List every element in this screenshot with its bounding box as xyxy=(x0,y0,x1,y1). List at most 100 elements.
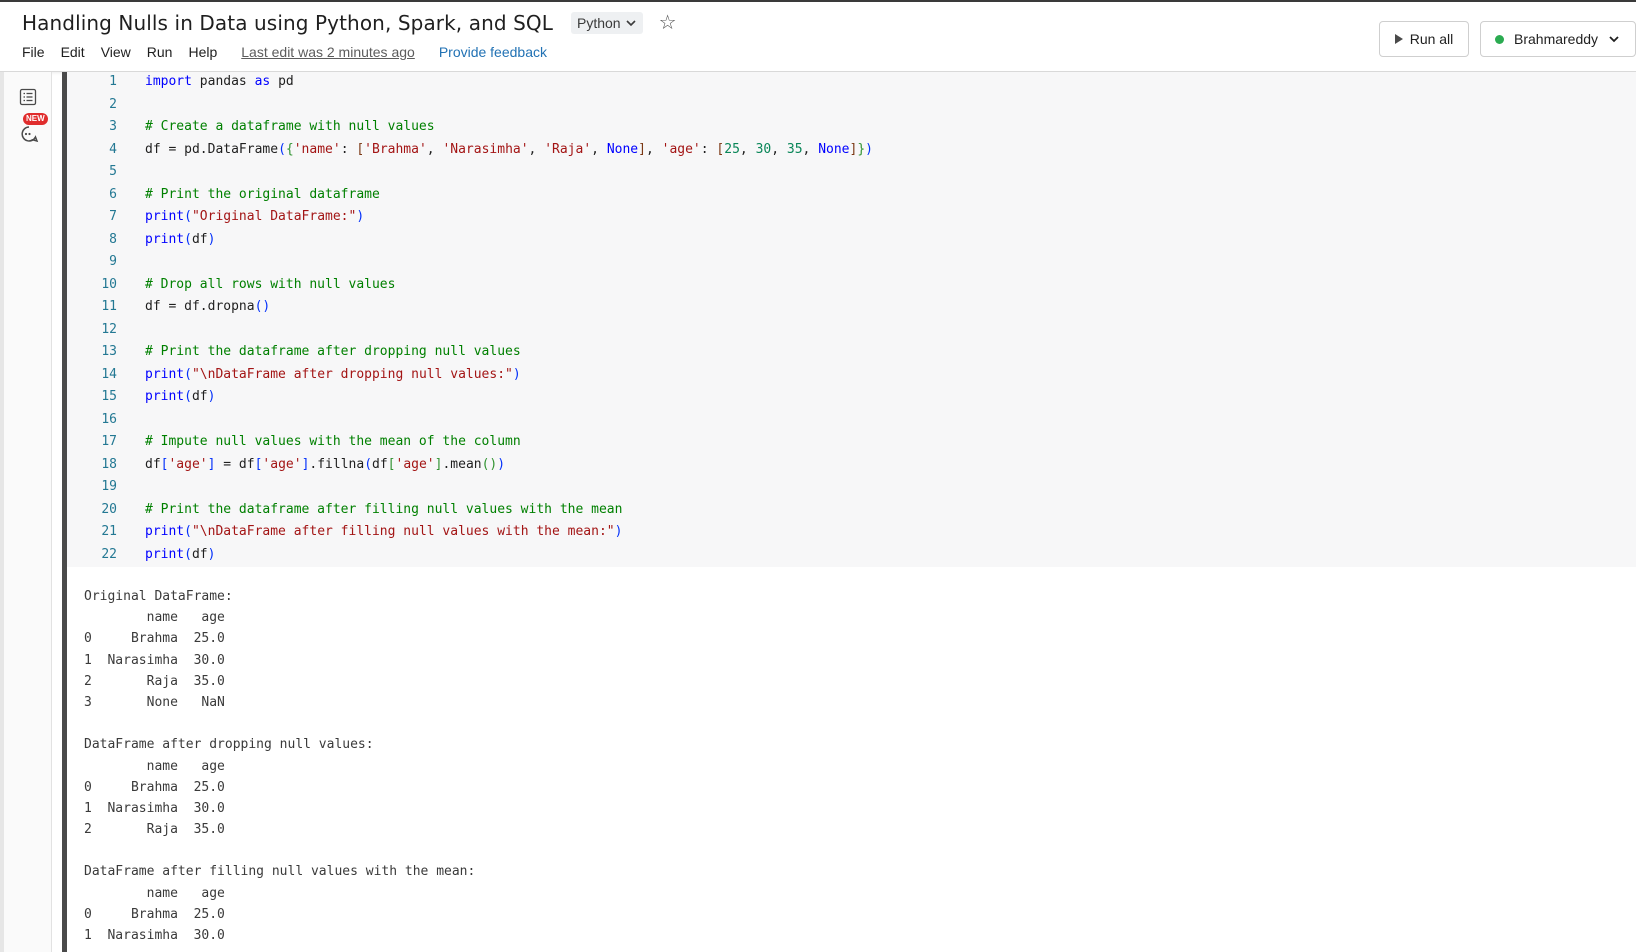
output-line: 1 Narasimha 30.0 xyxy=(84,652,225,668)
line-number: 3 xyxy=(109,119,117,134)
code-line: 9 xyxy=(67,251,873,274)
code-line: 22 print(df) xyxy=(67,544,873,567)
output-line: 2 Raja 35.0 xyxy=(84,822,225,838)
line-number: 15 xyxy=(101,389,117,404)
code-line: 17 # Impute null values with the mean of … xyxy=(67,431,873,454)
code-line: 8 print(df) xyxy=(67,229,873,252)
language-select[interactable]: Python xyxy=(571,12,643,34)
code-text: df = pd.DataFrame({'name': ['Brahma', 'N… xyxy=(145,141,873,157)
output-line: DataFrame after filling null values with… xyxy=(84,864,476,880)
code-text: # Create a dataframe with null values xyxy=(145,119,435,134)
output-line: DataFrame after dropping null values: xyxy=(84,737,374,753)
menu-bar: File Edit View Run Help Last edit was 2 … xyxy=(22,44,547,60)
notebook-title[interactable]: Handling Nulls in Data using Python, Spa… xyxy=(22,11,553,35)
line-number: 14 xyxy=(101,366,117,382)
code-line: 11 df = df.dropna() xyxy=(67,296,873,319)
output-line: 0 Brahma 25.0 xyxy=(84,631,225,647)
menu-run[interactable]: Run xyxy=(147,44,173,60)
code-line: 16 xyxy=(67,409,873,432)
line-number: 11 xyxy=(101,299,117,314)
code-line: 18 df['age'] = df['age'].fillna(df['age']… xyxy=(67,454,873,477)
code-line: 12 xyxy=(67,319,873,342)
code-line: 6 # Print the original dataframe xyxy=(67,184,873,207)
output-line: 1 Narasimha 30.0 xyxy=(84,800,225,816)
code-text: print(df) xyxy=(145,231,216,247)
output-line: name age xyxy=(84,758,225,774)
code-text: print(df) xyxy=(145,546,216,562)
line-number: 10 xyxy=(101,276,117,292)
cluster-status-dot xyxy=(1495,34,1504,44)
star-icon[interactable]: ☆ xyxy=(659,13,677,33)
line-number: 2 xyxy=(109,96,117,112)
code-text: # Print the original dataframe xyxy=(145,186,380,202)
line-number: 5 xyxy=(109,164,117,179)
code-line: 4 df = pd.DataFrame({'name': ['Brahma', '… xyxy=(67,139,873,162)
language-label: Python xyxy=(577,15,621,31)
line-number: 6 xyxy=(109,186,117,202)
code-line: 2 xyxy=(67,94,873,117)
code-line: 5 xyxy=(67,161,873,184)
code-line: 1 import pandas as pd xyxy=(67,71,873,94)
line-number: 8 xyxy=(109,231,117,247)
output-line: Original DataFrame: xyxy=(84,589,233,604)
line-number: 7 xyxy=(109,209,117,224)
code-text: print("\nDataFrame after filling null va… xyxy=(145,524,623,539)
table-of-contents-icon[interactable] xyxy=(19,88,37,106)
play-icon xyxy=(1394,34,1403,44)
line-number: 16 xyxy=(101,411,117,427)
line-number: 20 xyxy=(101,501,117,517)
run-all-label: Run all xyxy=(1409,31,1454,47)
code-text: df = df.dropna() xyxy=(145,299,271,314)
assistant-icon[interactable] xyxy=(19,124,39,144)
menu-view[interactable]: View xyxy=(101,44,131,60)
menu-help[interactable]: Help xyxy=(188,44,217,60)
code-text: # Print the dataframe after dropping nul… xyxy=(145,344,521,359)
run-all-button[interactable]: Run all xyxy=(1379,21,1469,57)
left-rail: NEW xyxy=(0,72,52,952)
chevron-down-icon xyxy=(626,20,636,27)
output-line: 2 Raja 35.0 xyxy=(84,673,225,689)
output-line: 3 None NaN xyxy=(84,694,225,710)
line-number: 13 xyxy=(101,344,117,359)
title-row: Handling Nulls in Data using Python, Spa… xyxy=(22,11,677,35)
line-number: 12 xyxy=(101,321,117,337)
line-number: 17 xyxy=(101,434,117,449)
chevron-down-icon xyxy=(1609,36,1619,43)
code-line: 3 # Create a dataframe with null values xyxy=(67,116,873,139)
cluster-select-button[interactable]: Brahmareddy xyxy=(1480,21,1636,57)
output-line: name age xyxy=(84,885,225,901)
code-editor[interactable]: 1 import pandas as pd 2 3 # Create a dataf… xyxy=(67,71,873,566)
menu-file[interactable]: File xyxy=(22,44,45,60)
line-number: 19 xyxy=(101,479,117,494)
code-text: print(df) xyxy=(145,389,216,404)
code-text: # Print the dataframe after filling null… xyxy=(145,501,623,517)
output-line: name age xyxy=(84,610,225,626)
notebook-header: Handling Nulls in Data using Python, Spa… xyxy=(0,0,1636,72)
output-line: 1 Narasimha 30.0 xyxy=(84,928,225,943)
menu-edit[interactable]: Edit xyxy=(61,44,85,60)
code-text: # Impute null values with the mean of th… xyxy=(145,434,521,449)
code-text: import pandas as pd xyxy=(145,74,294,89)
code-text: print("Original DataFrame:") xyxy=(145,209,365,224)
code-line: 14 print("\nDataFrame after dropping null… xyxy=(67,364,873,387)
line-number: 9 xyxy=(109,254,117,269)
output-line: 0 Brahma 25.0 xyxy=(84,779,225,795)
code-line: 15 print(df) xyxy=(67,386,873,409)
line-number: 4 xyxy=(109,141,117,157)
last-edit-link[interactable]: Last edit was 2 minutes ago xyxy=(241,44,415,60)
code-line: 19 xyxy=(67,476,873,499)
code-line: 7 print("Original DataFrame:") xyxy=(67,206,873,229)
line-number: 1 xyxy=(109,74,117,89)
line-number: 22 xyxy=(101,546,117,562)
code-text: df['age'] = df['age'].fillna(df['age'].m… xyxy=(145,456,506,472)
provide-feedback-link[interactable]: Provide feedback xyxy=(439,44,547,60)
line-number: 18 xyxy=(101,456,117,472)
code-line: 13 # Print the dataframe after dropping n… xyxy=(67,341,873,364)
new-badge: NEW xyxy=(23,113,48,125)
cell-output: Original DataFrame: name age 0 Brahma 25.… xyxy=(84,586,475,946)
code-text: # Drop all rows with null values xyxy=(145,276,396,292)
code-line: 10 # Drop all rows with null values xyxy=(67,274,873,297)
code-text: print("\nDataFrame after dropping null v… xyxy=(145,366,521,382)
output-line: 0 Brahma 25.0 xyxy=(84,906,225,922)
